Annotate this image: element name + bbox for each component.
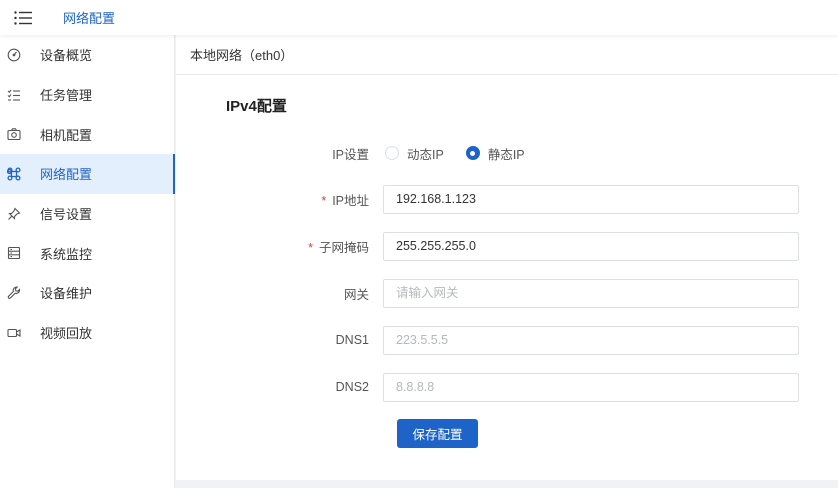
- sidebar-item-task-management[interactable]: 任务管理: [0, 75, 174, 115]
- ip-setting-row: IP设置 动态IP 静态IP: [176, 138, 838, 168]
- video-camera-icon: [7, 326, 21, 340]
- field-label-text: IP地址: [332, 193, 369, 208]
- pin-icon: [7, 207, 21, 221]
- form-title: IPv4配置: [226, 98, 287, 115]
- dns2-label: DNS2: [335, 380, 369, 394]
- sidebar-item-camera-config[interactable]: 相机配置: [0, 114, 174, 154]
- sidebar: 设备概览 任务管理 相机配置 网络配置 信号设置 系统监控 设备维护 视频回放: [0, 35, 175, 488]
- main-panel: 本地网络（eth0） IPv4配置 IP设置 动态IP 静态IP * IP地址 *…: [176, 35, 838, 480]
- section-title: 本地网络（eth0）: [190, 48, 294, 63]
- subnet-mask-row: * 子网掩码: [176, 231, 838, 261]
- sidebar-item-label: 视频回放: [40, 326, 93, 342]
- top-bar: 网络配置: [0, 0, 838, 35]
- radio-label: 动态IP: [407, 147, 444, 162]
- radio-label: 静态IP: [487, 147, 525, 162]
- sidebar-item-system-monitor[interactable]: 系统监控: [0, 233, 174, 273]
- sidebar-item-label: 任务管理: [40, 88, 93, 104]
- field-label-text: 子网掩码: [318, 240, 369, 255]
- ip-setting-label: IP设置: [332, 147, 369, 162]
- hamburger-menu-icon[interactable]: [14, 0, 48, 35]
- sidebar-item-label: 网络配置: [40, 167, 93, 183]
- dns1-label: DNS1: [335, 333, 369, 347]
- radio-circle-icon: [385, 146, 399, 160]
- dns1-input[interactable]: [383, 325, 799, 355]
- sidebar-item-label: 相机配置: [40, 127, 93, 143]
- ip-address-input[interactable]: [383, 184, 799, 214]
- required-marker: *: [321, 193, 327, 208]
- subnet-mask-label: * 子网掩码: [176, 237, 383, 256]
- task-list-icon: [7, 88, 21, 102]
- sidebar-item-label: 系统监控: [40, 246, 93, 262]
- section-header: 本地网络（eth0）: [176, 35, 838, 75]
- radio-static-ip[interactable]: 静态IP: [465, 144, 525, 163]
- page-title: 网络配置: [63, 11, 116, 26]
- sidebar-item-network-config[interactable]: 网络配置: [0, 154, 175, 194]
- sidebar-item-label: 信号设置: [40, 207, 93, 223]
- command-key-icon: [7, 167, 21, 181]
- sidebar-item-label: 设备概览: [40, 48, 93, 64]
- radio-checked-icon: [465, 146, 480, 160]
- radio-dynamic-ip[interactable]: 动态IP: [385, 144, 444, 163]
- ip-mode-radio-group: 动态IP 静态IP: [385, 144, 547, 163]
- sidebar-item-signal-settings[interactable]: 信号设置: [0, 194, 174, 234]
- gateway-label: 网关: [343, 287, 369, 302]
- required-marker: *: [308, 240, 313, 255]
- ip-address-row: * IP地址: [176, 184, 838, 214]
- dashboard-gauge-icon: [7, 48, 21, 62]
- dns1-row: DNS1: [176, 325, 838, 355]
- camera-icon: [7, 127, 21, 141]
- sidebar-item-device-maintenance[interactable]: 设备维护: [0, 273, 174, 313]
- wrench-icon: [7, 286, 21, 300]
- sidebar-item-video-playback[interactable]: 视频回放: [0, 313, 174, 353]
- sidebar-item-label: 设备维护: [40, 286, 93, 302]
- subnet-mask-input[interactable]: [383, 231, 799, 261]
- ip-address-label: * IP地址: [176, 190, 383, 209]
- gateway-row: 网关: [176, 278, 838, 308]
- server-monitor-icon: [7, 246, 21, 260]
- save-config-button[interactable]: 保存配置: [397, 419, 478, 448]
- sidebar-item-device-overview[interactable]: 设备概览: [0, 35, 174, 75]
- dns2-input[interactable]: [383, 372, 799, 402]
- gateway-input[interactable]: [383, 278, 799, 308]
- dns2-row: DNS2: [176, 372, 838, 402]
